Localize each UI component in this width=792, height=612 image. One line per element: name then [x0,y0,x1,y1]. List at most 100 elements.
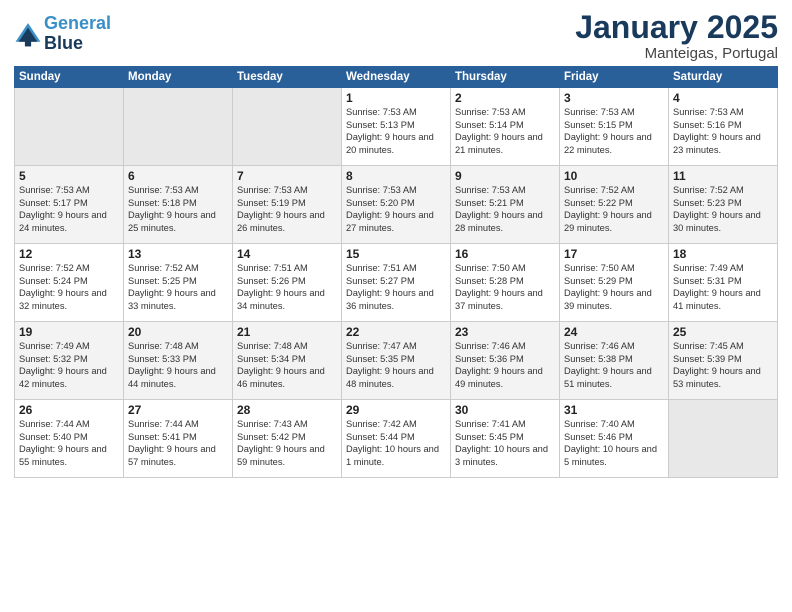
calendar-cell: 25Sunrise: 7:45 AM Sunset: 5:39 PM Dayli… [669,322,778,400]
cell-info: Sunrise: 7:52 AM Sunset: 5:22 PM Dayligh… [564,184,664,234]
weekday-header-row: SundayMondayTuesdayWednesdayThursdayFrid… [15,67,778,88]
day-number: 28 [237,403,337,417]
calendar-cell: 4Sunrise: 7:53 AM Sunset: 5:16 PM Daylig… [669,88,778,166]
cell-info: Sunrise: 7:42 AM Sunset: 5:44 PM Dayligh… [346,418,446,468]
cell-info: Sunrise: 7:41 AM Sunset: 5:45 PM Dayligh… [455,418,555,468]
day-number: 9 [455,169,555,183]
day-number: 1 [346,91,446,105]
cell-info: Sunrise: 7:52 AM Sunset: 5:23 PM Dayligh… [673,184,773,234]
calendar-cell: 11Sunrise: 7:52 AM Sunset: 5:23 PM Dayli… [669,166,778,244]
day-number: 23 [455,325,555,339]
day-number: 6 [128,169,228,183]
day-number: 24 [564,325,664,339]
cell-info: Sunrise: 7:45 AM Sunset: 5:39 PM Dayligh… [673,340,773,390]
day-number: 12 [19,247,119,261]
weekday-header-tuesday: Tuesday [233,67,342,88]
day-number: 29 [346,403,446,417]
day-number: 3 [564,91,664,105]
day-number: 16 [455,247,555,261]
calendar-cell: 24Sunrise: 7:46 AM Sunset: 5:38 PM Dayli… [560,322,669,400]
cell-info: Sunrise: 7:53 AM Sunset: 5:19 PM Dayligh… [237,184,337,234]
day-number: 8 [346,169,446,183]
calendar-cell: 6Sunrise: 7:53 AM Sunset: 5:18 PM Daylig… [124,166,233,244]
cell-info: Sunrise: 7:44 AM Sunset: 5:41 PM Dayligh… [128,418,228,468]
calendar-cell: 16Sunrise: 7:50 AM Sunset: 5:28 PM Dayli… [451,244,560,322]
cell-info: Sunrise: 7:46 AM Sunset: 5:36 PM Dayligh… [455,340,555,390]
calendar-cell: 15Sunrise: 7:51 AM Sunset: 5:27 PM Dayli… [342,244,451,322]
calendar-cell: 20Sunrise: 7:48 AM Sunset: 5:33 PM Dayli… [124,322,233,400]
cell-info: Sunrise: 7:53 AM Sunset: 5:17 PM Dayligh… [19,184,119,234]
day-number: 21 [237,325,337,339]
weekday-header-wednesday: Wednesday [342,67,451,88]
cell-info: Sunrise: 7:48 AM Sunset: 5:33 PM Dayligh… [128,340,228,390]
cell-info: Sunrise: 7:53 AM Sunset: 5:20 PM Dayligh… [346,184,446,234]
cell-info: Sunrise: 7:50 AM Sunset: 5:28 PM Dayligh… [455,262,555,312]
month-title: January 2025 [575,10,778,45]
weekday-header-monday: Monday [124,67,233,88]
day-number: 5 [19,169,119,183]
day-number: 25 [673,325,773,339]
header: GeneralBlue January 2025 Manteigas, Port… [14,10,778,62]
cell-info: Sunrise: 7:53 AM Sunset: 5:15 PM Dayligh… [564,106,664,156]
cell-info: Sunrise: 7:52 AM Sunset: 5:25 PM Dayligh… [128,262,228,312]
cell-info: Sunrise: 7:53 AM Sunset: 5:21 PM Dayligh… [455,184,555,234]
day-number: 4 [673,91,773,105]
calendar-cell: 30Sunrise: 7:41 AM Sunset: 5:45 PM Dayli… [451,400,560,478]
calendar-cell: 22Sunrise: 7:47 AM Sunset: 5:35 PM Dayli… [342,322,451,400]
day-number: 18 [673,247,773,261]
calendar-cell: 14Sunrise: 7:51 AM Sunset: 5:26 PM Dayli… [233,244,342,322]
day-number: 10 [564,169,664,183]
cell-info: Sunrise: 7:47 AM Sunset: 5:35 PM Dayligh… [346,340,446,390]
weekday-header-saturday: Saturday [669,67,778,88]
calendar-cell: 21Sunrise: 7:48 AM Sunset: 5:34 PM Dayli… [233,322,342,400]
calendar-cell [233,88,342,166]
calendar-cell: 18Sunrise: 7:49 AM Sunset: 5:31 PM Dayli… [669,244,778,322]
day-number: 2 [455,91,555,105]
cell-info: Sunrise: 7:43 AM Sunset: 5:42 PM Dayligh… [237,418,337,468]
logo-text: GeneralBlue [44,14,111,54]
cell-info: Sunrise: 7:46 AM Sunset: 5:38 PM Dayligh… [564,340,664,390]
calendar-cell: 19Sunrise: 7:49 AM Sunset: 5:32 PM Dayli… [15,322,124,400]
calendar-cell: 27Sunrise: 7:44 AM Sunset: 5:41 PM Dayli… [124,400,233,478]
cell-info: Sunrise: 7:53 AM Sunset: 5:16 PM Dayligh… [673,106,773,156]
weekday-header-sunday: Sunday [15,67,124,88]
week-row-5: 26Sunrise: 7:44 AM Sunset: 5:40 PM Dayli… [15,400,778,478]
day-number: 11 [673,169,773,183]
day-number: 22 [346,325,446,339]
day-number: 26 [19,403,119,417]
calendar-cell: 10Sunrise: 7:52 AM Sunset: 5:22 PM Dayli… [560,166,669,244]
day-number: 17 [564,247,664,261]
calendar-cell [669,400,778,478]
calendar-cell [124,88,233,166]
weekday-header-thursday: Thursday [451,67,560,88]
cell-info: Sunrise: 7:49 AM Sunset: 5:31 PM Dayligh… [673,262,773,312]
location: Manteigas, Portugal [575,45,778,62]
calendar-cell: 1Sunrise: 7:53 AM Sunset: 5:13 PM Daylig… [342,88,451,166]
cell-info: Sunrise: 7:40 AM Sunset: 5:46 PM Dayligh… [564,418,664,468]
calendar-cell: 2Sunrise: 7:53 AM Sunset: 5:14 PM Daylig… [451,88,560,166]
calendar-cell: 31Sunrise: 7:40 AM Sunset: 5:46 PM Dayli… [560,400,669,478]
week-row-1: 1Sunrise: 7:53 AM Sunset: 5:13 PM Daylig… [15,88,778,166]
weekday-header-friday: Friday [560,67,669,88]
calendar-table: SundayMondayTuesdayWednesdayThursdayFrid… [14,66,778,478]
day-number: 15 [346,247,446,261]
calendar-cell: 13Sunrise: 7:52 AM Sunset: 5:25 PM Dayli… [124,244,233,322]
cell-info: Sunrise: 7:53 AM Sunset: 5:13 PM Dayligh… [346,106,446,156]
calendar-cell: 9Sunrise: 7:53 AM Sunset: 5:21 PM Daylig… [451,166,560,244]
week-row-3: 12Sunrise: 7:52 AM Sunset: 5:24 PM Dayli… [15,244,778,322]
day-number: 14 [237,247,337,261]
day-number: 30 [455,403,555,417]
cell-info: Sunrise: 7:53 AM Sunset: 5:14 PM Dayligh… [455,106,555,156]
calendar-cell: 8Sunrise: 7:53 AM Sunset: 5:20 PM Daylig… [342,166,451,244]
cell-info: Sunrise: 7:44 AM Sunset: 5:40 PM Dayligh… [19,418,119,468]
logo: GeneralBlue [14,14,111,54]
cell-info: Sunrise: 7:50 AM Sunset: 5:29 PM Dayligh… [564,262,664,312]
logo-icon [14,20,42,48]
day-number: 20 [128,325,228,339]
week-row-4: 19Sunrise: 7:49 AM Sunset: 5:32 PM Dayli… [15,322,778,400]
cell-info: Sunrise: 7:51 AM Sunset: 5:27 PM Dayligh… [346,262,446,312]
calendar-cell: 17Sunrise: 7:50 AM Sunset: 5:29 PM Dayli… [560,244,669,322]
calendar-cell: 29Sunrise: 7:42 AM Sunset: 5:44 PM Dayli… [342,400,451,478]
calendar-cell: 26Sunrise: 7:44 AM Sunset: 5:40 PM Dayli… [15,400,124,478]
day-number: 31 [564,403,664,417]
